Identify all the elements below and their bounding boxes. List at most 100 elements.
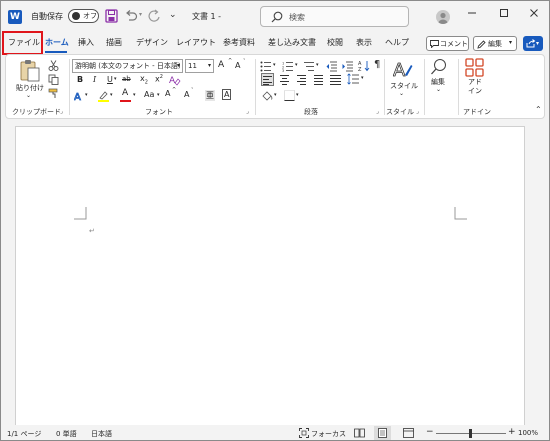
zoom-in-button[interactable]: +: [508, 427, 516, 437]
collapse-ribbon-icon[interactable]: ⌃: [535, 105, 542, 114]
customize-qat-icon[interactable]: ⌄: [169, 10, 177, 20]
word-count[interactable]: 0 単語: [56, 429, 77, 439]
tab-view[interactable]: 表示: [356, 37, 372, 48]
align-left-button[interactable]: [261, 73, 274, 86]
save-icon[interactable]: [105, 9, 118, 23]
focus-mode[interactable]: フォーカス: [311, 429, 346, 439]
tab-design[interactable]: デザイン: [136, 37, 168, 48]
underline-dropdown-icon[interactable]: ▾: [114, 76, 117, 82]
underline-button[interactable]: U: [107, 75, 113, 84]
document-title[interactable]: 文書 1 -: [192, 11, 221, 22]
align-right-button[interactable]: [296, 74, 307, 85]
minimize-icon[interactable]: [463, 7, 481, 25]
paste-icon[interactable]: [19, 59, 41, 83]
borders-icon[interactable]: [284, 90, 295, 101]
tab-mailings[interactable]: 差し込み文書: [268, 37, 316, 48]
comment-button[interactable]: コメント: [426, 36, 469, 51]
font-launcher-icon[interactable]: ⌟: [246, 108, 249, 115]
font-color-icon[interactable]: A: [122, 88, 128, 98]
subscript-button[interactable]: x2: [140, 74, 148, 86]
tab-references[interactable]: 参考資料: [223, 37, 255, 48]
web-layout-icon[interactable]: [403, 428, 414, 438]
italic-button[interactable]: I: [93, 75, 96, 84]
undo-dropdown-icon[interactable]: ▾: [139, 11, 142, 18]
distributed-button[interactable]: [330, 74, 341, 85]
tab-help[interactable]: ヘルプ: [385, 37, 409, 48]
shading-dropdown-icon[interactable]: ▾: [274, 92, 277, 98]
focus-icon[interactable]: [299, 428, 309, 438]
autosave-toggle[interactable]: オフ: [68, 9, 99, 23]
svg-text:A: A: [74, 92, 81, 102]
highlighter-dropdown-icon[interactable]: ▾: [110, 92, 113, 98]
editing-dropdown-icon[interactable]: ⌄: [436, 86, 441, 93]
multilevel-dropdown-icon[interactable]: ▾: [316, 62, 319, 68]
tab-insert[interactable]: 挿入: [78, 37, 94, 48]
superscript-button[interactable]: x2: [155, 74, 163, 84]
align-center-button[interactable]: [279, 74, 290, 85]
styles-dropdown-icon[interactable]: ⌄: [399, 90, 404, 97]
enclose-characters-icon[interactable]: A: [222, 89, 232, 100]
page-count[interactable]: 1/1 ページ: [7, 429, 41, 439]
bullets-dropdown-icon[interactable]: ▾: [273, 62, 276, 68]
justify-button[interactable]: [313, 74, 324, 85]
shrink-font-icon[interactable]: A: [235, 61, 240, 70]
addins-button[interactable]: アド イン: [468, 78, 482, 96]
font-name-combo[interactable]: 游明朝 (本文のフォント - 日本語) ▾: [72, 59, 183, 73]
cut-icon[interactable]: [48, 60, 59, 71]
font-size-combo[interactable]: 11 ▾: [185, 59, 214, 73]
styles-launcher-icon[interactable]: ⌟: [416, 108, 419, 115]
paste-dropdown-icon[interactable]: ⌄: [26, 92, 31, 99]
text-effects-icon[interactable]: A: [74, 90, 85, 102]
edit-mode-button[interactable]: 編集 ▾: [473, 36, 517, 51]
styles-icon[interactable]: A: [393, 59, 413, 79]
grow-font-icon-2[interactable]: A: [165, 89, 170, 98]
undo-icon[interactable]: [124, 9, 138, 23]
search-box[interactable]: 検索: [260, 6, 409, 27]
zoom-slider-thumb[interactable]: [469, 429, 472, 438]
tab-draw[interactable]: 描画: [106, 37, 122, 48]
language-indicator[interactable]: 日本語: [91, 429, 112, 439]
tab-home[interactable]: ホーム: [45, 37, 69, 48]
decrease-indent-icon[interactable]: [326, 61, 338, 72]
share-button[interactable]: ▾: [523, 36, 543, 51]
clipboard-launcher-icon[interactable]: ⌟: [60, 108, 63, 115]
multilevel-list-icon[interactable]: [303, 61, 317, 72]
sort-icon[interactable]: A Z: [358, 60, 370, 72]
shrink-font-icon-2[interactable]: A: [184, 90, 189, 99]
print-layout-button[interactable]: [374, 426, 391, 440]
line-spacing-icon[interactable]: [347, 73, 360, 85]
tab-layout[interactable]: レイアウト: [176, 37, 216, 48]
maximize-icon[interactable]: [495, 7, 513, 25]
phonetic-guide-icon[interactable]: 亜: [205, 90, 215, 101]
tab-review[interactable]: 校閲: [327, 37, 343, 48]
strikethrough-button[interactable]: ab: [122, 75, 131, 83]
bold-button[interactable]: B: [77, 75, 83, 84]
clear-formatting-icon[interactable]: A: [169, 74, 181, 86]
document-page[interactable]: [15, 126, 525, 426]
redo-icon[interactable]: [147, 9, 161, 23]
show-hide-marks-icon[interactable]: ¶: [374, 59, 380, 70]
paragraph-launcher-icon[interactable]: ⌟: [376, 108, 379, 115]
zoom-out-button[interactable]: −: [426, 427, 434, 437]
zoom-level[interactable]: 100%: [518, 429, 538, 437]
line-spacing-dropdown-icon[interactable]: ▾: [361, 75, 364, 81]
format-painter-icon[interactable]: [48, 88, 59, 99]
bullets-icon[interactable]: [260, 61, 274, 72]
font-color-dropdown-icon[interactable]: ▾: [133, 92, 136, 98]
numbering-dropdown-icon[interactable]: ▾: [295, 62, 298, 68]
user-avatar-icon[interactable]: [436, 10, 450, 24]
text-effects-dropdown-icon[interactable]: ▾: [85, 92, 88, 98]
grow-font-icon[interactable]: A: [218, 60, 224, 70]
change-case-dropdown-icon[interactable]: ▾: [157, 92, 160, 98]
highlighter-icon[interactable]: [98, 90, 109, 102]
borders-dropdown-icon[interactable]: ▾: [296, 92, 299, 98]
find-icon[interactable]: [430, 58, 448, 76]
shading-icon[interactable]: [261, 90, 274, 101]
addins-icon[interactable]: [465, 58, 484, 77]
change-case-icon[interactable]: Aa: [144, 90, 154, 99]
numbering-icon[interactable]: 1 2 3: [282, 61, 296, 72]
close-icon[interactable]: [525, 7, 543, 25]
increase-indent-icon[interactable]: [342, 61, 354, 72]
copy-icon[interactable]: [48, 74, 59, 85]
read-mode-icon[interactable]: [354, 428, 365, 438]
